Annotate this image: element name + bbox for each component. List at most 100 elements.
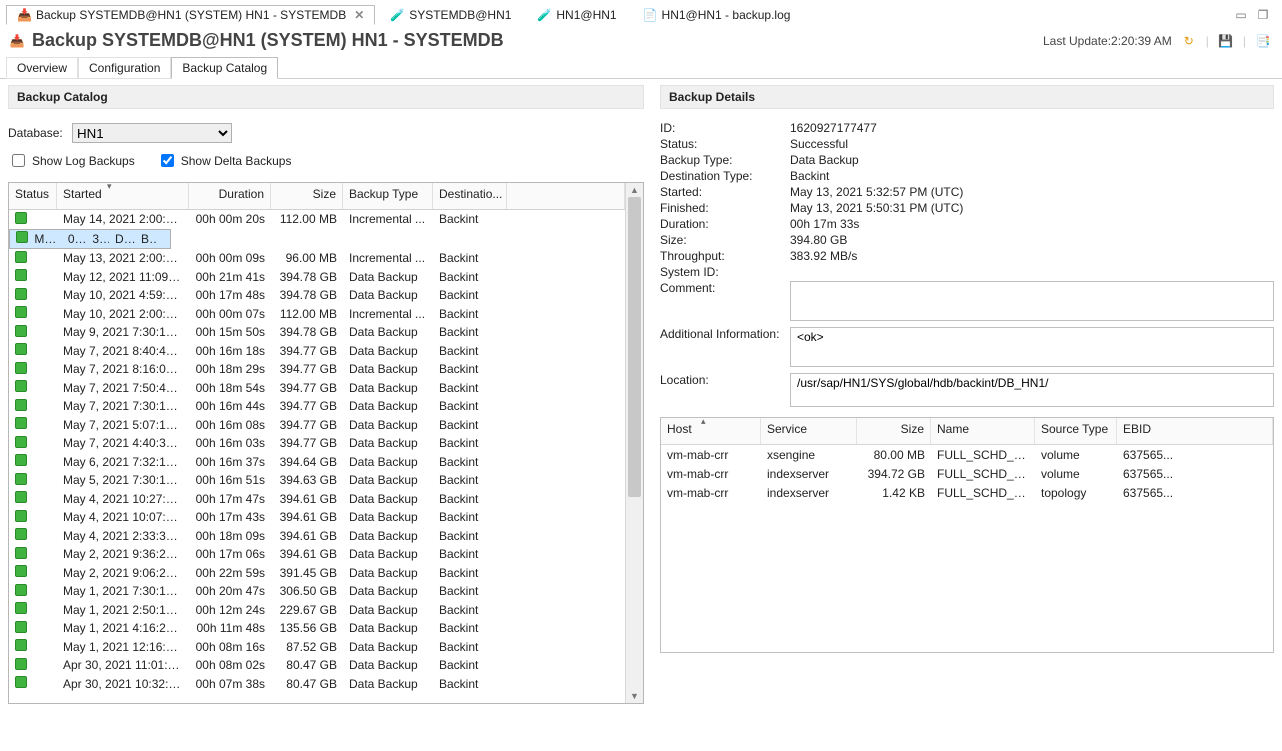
addinfo-field: <ok> xyxy=(790,327,1274,367)
status-success-icon xyxy=(15,602,27,614)
catalog-row[interactable]: May 10, 2021 2:00:14...00h 00m 07s112.00… xyxy=(9,305,625,324)
catalog-row[interactable]: May 10, 2021 4:59:10...00h 17m 48s394.78… xyxy=(9,286,625,305)
col-source-type[interactable]: Source Type xyxy=(1035,418,1117,444)
scroll-thumb[interactable] xyxy=(628,197,641,497)
database-select[interactable]: HN1 xyxy=(72,123,232,143)
backup-icon: 📥 xyxy=(10,34,24,48)
catalog-row[interactable]: May 7, 2021 7:30:13 ...00h 16m 44s394.77… xyxy=(9,397,625,416)
catalog-row[interactable]: May 13, 2021 5:32:57...00h 17m 33s394.80… xyxy=(9,229,171,250)
throughput-value: 383.92 MB/s xyxy=(790,249,857,263)
catalog-row[interactable]: May 1, 2021 7:30:14 ...00h 20m 47s306.50… xyxy=(9,582,625,601)
catalog-scrollbar[interactable]: ▲ ▼ xyxy=(625,183,643,703)
col-duration[interactable]: Duration xyxy=(189,183,271,209)
status-success-icon xyxy=(15,380,27,392)
status-success-icon xyxy=(15,269,27,281)
col-destination[interactable]: Destinatio... xyxy=(433,183,507,209)
catalog-row[interactable]: May 9, 2021 7:30:13 ...00h 15m 50s394.78… xyxy=(9,323,625,342)
scroll-up-icon[interactable]: ▲ xyxy=(626,183,643,197)
addinfo-label: Additional Information: xyxy=(660,327,790,341)
col-started[interactable]: Started▾ xyxy=(57,183,189,209)
col-host[interactable]: Host▴ xyxy=(661,418,761,444)
catalog-row[interactable]: May 14, 2021 2:00:13...00h 00m 20s112.00… xyxy=(9,210,625,229)
details-title: Backup Details xyxy=(660,85,1274,109)
editor-tabbar: 📥Backup SYSTEMDB@HN1 (SYSTEM) HN1 - SYST… xyxy=(0,0,1282,26)
size-label: Size: xyxy=(660,233,790,247)
catalog-row[interactable]: May 1, 2021 12:16:21...00h 08m 16s87.52 … xyxy=(9,638,625,657)
catalog-row[interactable]: May 5, 2021 7:30:13 ...00h 16m 51s394.63… xyxy=(9,471,625,490)
finished-value: May 13, 2021 5:50:31 PM (UTC) xyxy=(790,201,963,215)
status-success-icon xyxy=(15,510,27,522)
editor-tab[interactable]: 📥Backup SYSTEMDB@HN1 (SYSTEM) HN1 - SYST… xyxy=(6,5,375,25)
status-success-icon xyxy=(15,362,27,374)
id-value: 1620927177477 xyxy=(790,121,877,135)
editor-tab[interactable]: 🧪HN1@HN1 xyxy=(526,5,627,25)
status-success-icon xyxy=(15,565,27,577)
status-success-icon xyxy=(15,639,27,651)
refresh-button[interactable]: ↻ xyxy=(1180,32,1198,50)
catalog-row[interactable]: May 1, 2021 4:16:24 ...00h 11m 48s135.56… xyxy=(9,619,625,638)
sub-tab[interactable]: Configuration xyxy=(78,57,171,79)
systemid-label: System ID: xyxy=(660,265,790,279)
catalog-row[interactable]: May 2, 2021 9:36:20 ...00h 17m 06s394.61… xyxy=(9,545,625,564)
host-row[interactable]: vm-mab-crrindexserver394.72 GBFULL_SCHD_… xyxy=(661,464,1273,483)
status-success-icon xyxy=(15,676,27,688)
sort-desc-icon: ▾ xyxy=(107,183,112,192)
catalog-row[interactable]: May 2, 2021 9:06:25 ...00h 22m 59s391.45… xyxy=(9,564,625,583)
details-panel: Backup Details ID:1620927177477 Status:S… xyxy=(652,79,1282,740)
catalog-row[interactable]: May 4, 2021 2:33:39 ...00h 18m 09s394.61… xyxy=(9,527,625,546)
status-label: Status: xyxy=(660,137,790,151)
options-button[interactable]: 📑 xyxy=(1254,32,1272,50)
col-status[interactable]: Status xyxy=(9,183,57,209)
catalog-row[interactable]: May 4, 2021 10:27:57...00h 17m 47s394.61… xyxy=(9,490,625,509)
minimize-icon[interactable]: ▭ xyxy=(1234,8,1248,22)
catalog-row[interactable]: May 13, 2021 2:00:13...00h 00m 09s96.00 … xyxy=(9,249,625,268)
desttype-label: Destination Type: xyxy=(660,169,790,183)
catalog-row[interactable]: May 7, 2021 8:40:47 ...00h 16m 18s394.77… xyxy=(9,342,625,361)
sub-tab[interactable]: Backup Catalog xyxy=(171,57,278,79)
scroll-down-icon[interactable]: ▼ xyxy=(626,689,643,703)
show-log-checkbox[interactable]: Show Log Backups xyxy=(8,151,135,170)
catalog-row[interactable]: May 7, 2021 8:16:03 ...00h 18m 29s394.77… xyxy=(9,360,625,379)
host-row[interactable]: vm-mab-crrxsengine80.00 MBFULL_SCHD_d...… xyxy=(661,445,1273,464)
col-size[interactable]: Size xyxy=(271,183,343,209)
col-service[interactable]: Service xyxy=(761,418,857,444)
catalog-row[interactable]: May 7, 2021 5:07:14 ...00h 16m 08s394.77… xyxy=(9,416,625,435)
catalog-row[interactable]: May 6, 2021 7:32:12 ...00h 16m 37s394.64… xyxy=(9,453,625,472)
status-success-icon xyxy=(15,288,27,300)
col-host-size[interactable]: Size xyxy=(857,418,931,444)
host-row[interactable]: vm-mab-crrindexserver1.42 KBFULL_SCHD_d.… xyxy=(661,483,1273,502)
page-titlebar: 📥 Backup SYSTEMDB@HN1 (SYSTEM) HN1 - SYS… xyxy=(0,26,1282,57)
col-backup-type[interactable]: Backup Type xyxy=(343,183,433,209)
catalog-row[interactable]: May 12, 2021 11:09:5...00h 21m 41s394.78… xyxy=(9,268,625,287)
editor-tab[interactable]: 🧪SYSTEMDB@HN1 xyxy=(379,5,522,25)
status-success-icon xyxy=(15,306,27,318)
status-success-icon xyxy=(15,473,27,485)
status-success-icon xyxy=(15,436,27,448)
col-name[interactable]: Name xyxy=(931,418,1035,444)
status-success-icon xyxy=(15,325,27,337)
maximize-icon[interactable]: ❐ xyxy=(1256,8,1270,22)
col-ebid[interactable]: EBID xyxy=(1117,418,1273,444)
catalog-row[interactable]: May 7, 2021 4:40:30 ...00h 16m 03s394.77… xyxy=(9,434,625,453)
catalog-row[interactable]: May 7, 2021 7:50:48 ...00h 18m 54s394.77… xyxy=(9,379,625,398)
comment-field[interactable] xyxy=(790,281,1274,321)
show-delta-checkbox[interactable]: Show Delta Backups xyxy=(157,151,292,170)
status-success-icon xyxy=(15,621,27,633)
catalog-grid-header: Status Started▾ Duration Size Backup Typ… xyxy=(9,183,625,210)
catalog-row[interactable]: May 1, 2021 2:50:12 ...00h 12m 24s229.67… xyxy=(9,601,625,620)
status-value: Successful xyxy=(790,137,848,151)
catalog-row[interactable]: Apr 30, 2021 11:01:3...00h 08m 02s80.47 … xyxy=(9,656,625,675)
status-success-icon xyxy=(15,417,27,429)
page-title: Backup SYSTEMDB@HN1 (SYSTEM) HN1 - SYSTE… xyxy=(32,30,504,51)
sub-tab[interactable]: Overview xyxy=(6,57,78,79)
catalog-title: Backup Catalog xyxy=(8,85,644,109)
save-button[interactable]: 💾 xyxy=(1217,32,1235,50)
close-icon[interactable]: ✕ xyxy=(354,8,364,22)
editor-tab[interactable]: 📄HN1@HN1 - backup.log xyxy=(632,5,802,25)
status-success-icon xyxy=(16,231,28,243)
location-field: /usr/sap/HN1/SYS/global/hdb/backint/DB_H… xyxy=(790,373,1274,407)
catalog-row[interactable]: Apr 30, 2021 10:32:1...00h 07m 38s80.47 … xyxy=(9,675,625,694)
catalog-row[interactable]: May 4, 2021 10:07:13...00h 17m 43s394.61… xyxy=(9,508,625,527)
throughput-label: Throughput: xyxy=(660,249,790,263)
status-success-icon xyxy=(15,491,27,503)
